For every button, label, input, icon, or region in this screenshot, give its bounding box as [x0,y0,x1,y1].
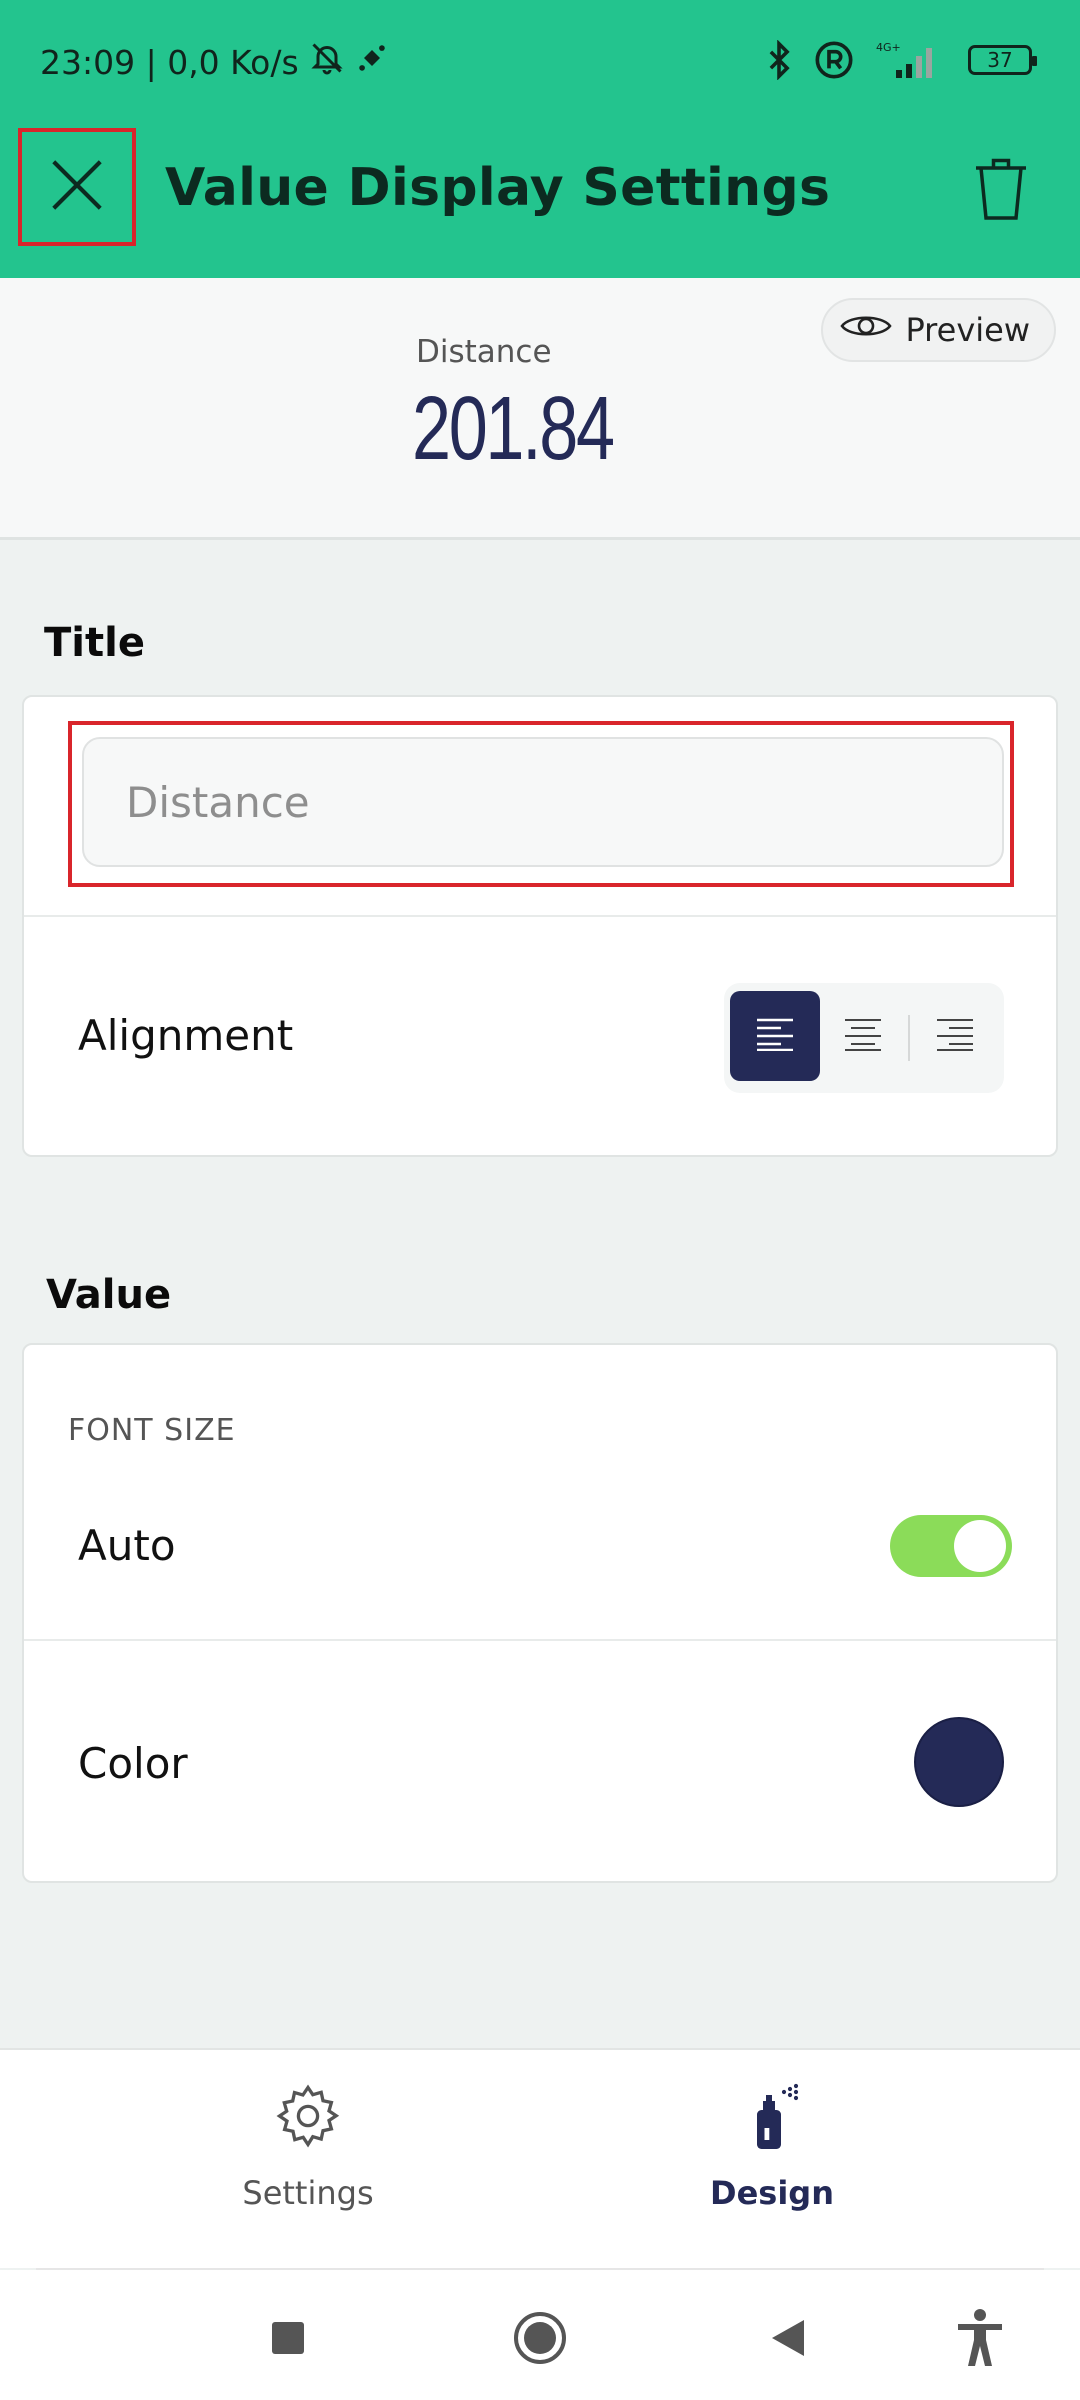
back-triangle-icon [768,2316,808,2364]
divider [24,1639,1056,1641]
accessibility-button[interactable] [940,2300,1020,2380]
spray-can-icon [736,2080,808,2156]
home-circle-icon [512,2310,568,2370]
tab-design[interactable]: Design [652,2080,892,2212]
tab-settings-label: Settings [242,2174,374,2212]
align-right-button[interactable] [910,991,1000,1081]
delete-button[interactable] [966,150,1036,230]
battery-level: 37 [987,48,1013,72]
registered-icon [814,40,854,80]
widget-preview: Distance 201.84 Preview [0,278,1080,540]
value-card: FONT SIZE Auto Color [22,1343,1058,1883]
preview-button-label: Preview [905,311,1030,349]
auto-label: Auto [78,1521,176,1570]
preview-button[interactable]: Preview [821,298,1056,362]
page-title: Value Display Settings [165,158,831,218]
bottom-navigation: Settings Design [0,2048,1080,2268]
align-center-button[interactable] [818,991,908,1081]
signal-icon: 4G+ [876,40,946,80]
preview-title: Distance [416,334,552,370]
home-button[interactable] [500,2300,580,2380]
alignment-label: Alignment [78,1011,294,1060]
align-right-icon [935,1017,975,1055]
app-bar: Value Display Settings [0,128,1080,278]
back-button[interactable] [748,2300,828,2380]
close-button[interactable] [18,128,136,246]
color-label: Color [78,1739,188,1788]
color-swatch[interactable] [914,1717,1004,1807]
close-icon [46,154,108,220]
square-icon [270,2320,306,2360]
status-left: 23:09 | 0,0 Ko/s [40,40,389,84]
accessibility-icon [954,2308,1006,2372]
value-section-header: Value [46,1272,172,1318]
auto-font-size-toggle[interactable] [890,1515,1012,1577]
satellite-icon [355,41,389,83]
toggle-knob [954,1520,1006,1572]
font-size-caption: FONT SIZE [68,1413,236,1448]
gear-icon [272,2080,344,2156]
title-input-highlight [68,721,1014,887]
alignment-selector [724,983,1004,1093]
tab-design-label: Design [710,2174,834,2212]
battery-icon: 37 [968,45,1037,75]
bluetooth-icon [766,40,792,80]
trash-icon [971,153,1031,227]
title-input[interactable] [82,737,1004,867]
tab-settings[interactable]: Settings [188,2080,428,2212]
mute-bell-icon [309,40,345,84]
status-right: 4G+ 37 [766,40,1037,80]
preview-value: 201.84 [412,379,615,479]
eye-icon [839,310,893,350]
align-left-icon [755,1017,795,1055]
title-card: Alignment [22,695,1058,1157]
align-center-icon [843,1017,883,1055]
system-navigation [0,2270,1080,2400]
network-label: 4G+ [876,41,901,54]
align-left-button[interactable] [730,991,820,1081]
status-bar: 23:09 | 0,0 Ko/s 4G+ 37 [0,0,1080,128]
title-section-header: Title [44,620,145,666]
recent-apps-button[interactable] [248,2300,328,2380]
status-time-info: 23:09 | 0,0 Ko/s [40,42,299,82]
divider [24,915,1056,917]
